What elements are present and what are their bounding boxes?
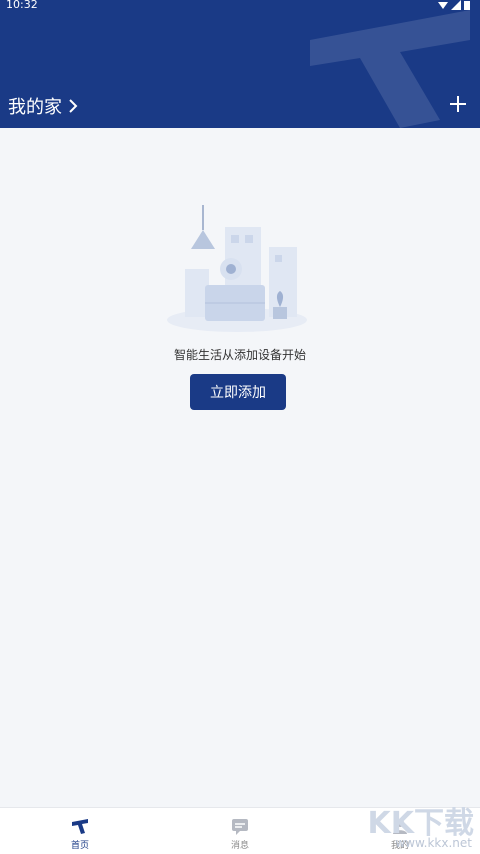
nav-item-messages[interactable]: 消息 [160,808,320,854]
home-logo-icon [72,819,88,834]
empty-message: 智能生活从添加设备开始 [173,348,306,362]
wifi-icon [438,2,448,9]
profile-icon [393,819,407,834]
status-time: 10:32 [6,0,38,11]
nav-item-home[interactable]: 首页 [0,808,160,854]
add-icon[interactable] [448,94,468,114]
nav-label-profile: 我的 [390,841,409,851]
signal-icon [451,0,461,10]
app-screen: 10:32 我的家 智能生活从添加设备开始 立即添加 首页 消息 我的 KK下载… [0,0,480,854]
nav-label-messages: 消息 [230,841,249,851]
empty-illustration [167,205,307,332]
nav-label-home: 首页 [70,841,89,851]
status-icons [438,0,470,10]
status-bar: 10:32 [0,0,480,12]
battery-icon [464,1,470,10]
chevron-right-icon [69,99,78,113]
nav-item-profile[interactable]: 我的 [320,808,480,854]
bottom-nav: 首页 消息 我的 [0,807,480,854]
message-icon [232,819,248,835]
add-device-button[interactable]: 立即添加 [190,374,286,410]
home-selector[interactable]: 我的家 [8,93,80,119]
home-title: 我的家 [8,97,62,118]
header: 10:32 我的家 [0,0,480,128]
